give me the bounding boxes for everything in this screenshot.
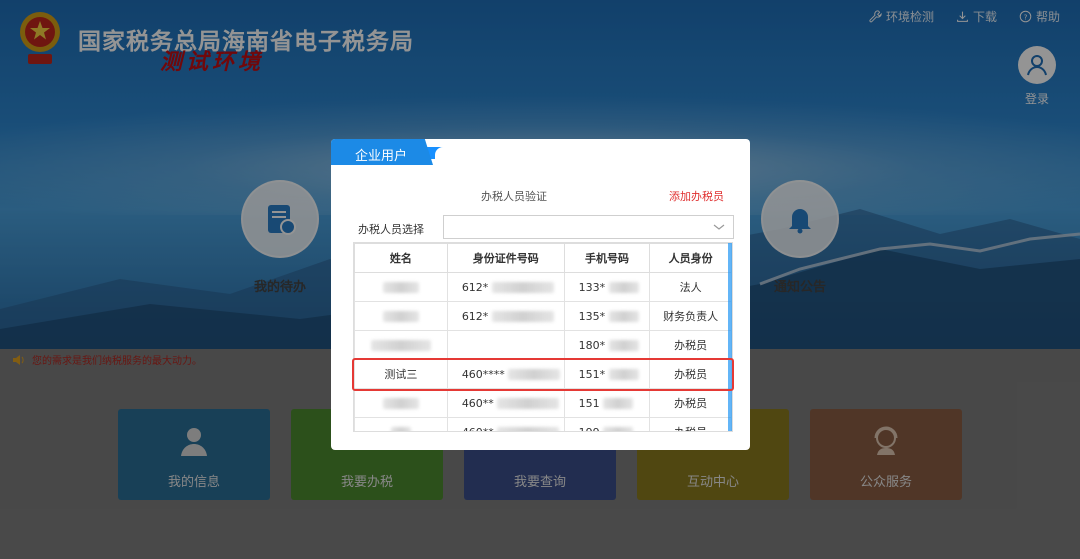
taxpayer-select-label: 办税人员选择 <box>358 223 424 236</box>
taxpayer-table: 姓名 身份证件号码 手机号码 人员身份 612* 133* 法人 612* 13… <box>353 242 733 432</box>
cell-role: 法人 <box>649 272 732 302</box>
table-row[interactable]: 460** 151 办税员 <box>354 388 732 418</box>
add-taxpayer-link[interactable]: 添加办税员 <box>669 188 724 204</box>
column-header-name: 姓名 <box>354 243 448 273</box>
cell-role: 办税员 <box>649 330 732 360</box>
table-row[interactable]: 612* 133* 法人 <box>354 272 732 302</box>
cell-name <box>354 388 448 418</box>
cell-id <box>446 330 565 360</box>
taxpayer-select[interactable] <box>443 215 734 239</box>
cell-name <box>354 272 448 302</box>
cell-id: 460** <box>446 388 565 418</box>
cell-id: 460** <box>446 417 565 431</box>
header-cutout <box>435 147 750 161</box>
column-header-phone: 手机号码 <box>563 243 651 273</box>
table-row[interactable]: 460** 199 办税员 <box>354 417 732 431</box>
chevron-down-icon <box>713 224 725 230</box>
taxpayer-verification-dialog: 企业用户 办税人员验证 添加办税员 办税人员选择 姓名 身份证件号码 手机号码 … <box>331 139 750 450</box>
cell-id: 612* <box>446 301 565 331</box>
table-header-row: 姓名 身份证件号码 手机号码 人员身份 <box>354 243 732 273</box>
cell-name <box>354 417 448 431</box>
redacted-mark <box>382 282 419 293</box>
table-row[interactable]: 180* 办税员 <box>354 330 732 360</box>
column-header-id: 身份证件号码 <box>446 243 565 273</box>
cell-name <box>354 330 448 360</box>
tab-enterprise-user[interactable]: 企业用户 <box>331 139 433 165</box>
cell-phone: 133* <box>563 272 651 302</box>
cell-role: 办税员 <box>649 417 732 431</box>
table-row[interactable]: 612* 135* 财务负责人 <box>354 301 732 331</box>
cell-id: 612* <box>446 272 565 302</box>
table-scrollbar[interactable] <box>728 243 732 431</box>
selected-row-highlight <box>352 358 734 391</box>
verify-row: 办税人员验证 添加办税员 <box>331 186 750 206</box>
taxpayer-select-row: 办税人员选择 <box>356 215 734 239</box>
cell-phone: 199 <box>563 417 651 431</box>
cell-phone: 135* <box>563 301 651 331</box>
column-header-role: 人员身份 <box>649 243 732 273</box>
cell-role: 办税员 <box>649 388 732 418</box>
cell-role: 财务负责人 <box>649 301 732 331</box>
cell-phone: 180* <box>563 330 651 360</box>
cell-name <box>354 301 448 331</box>
cell-phone: 151 <box>563 388 651 418</box>
verify-title: 办税人员验证 <box>481 190 547 203</box>
dialog-header: 企业用户 <box>331 139 750 175</box>
